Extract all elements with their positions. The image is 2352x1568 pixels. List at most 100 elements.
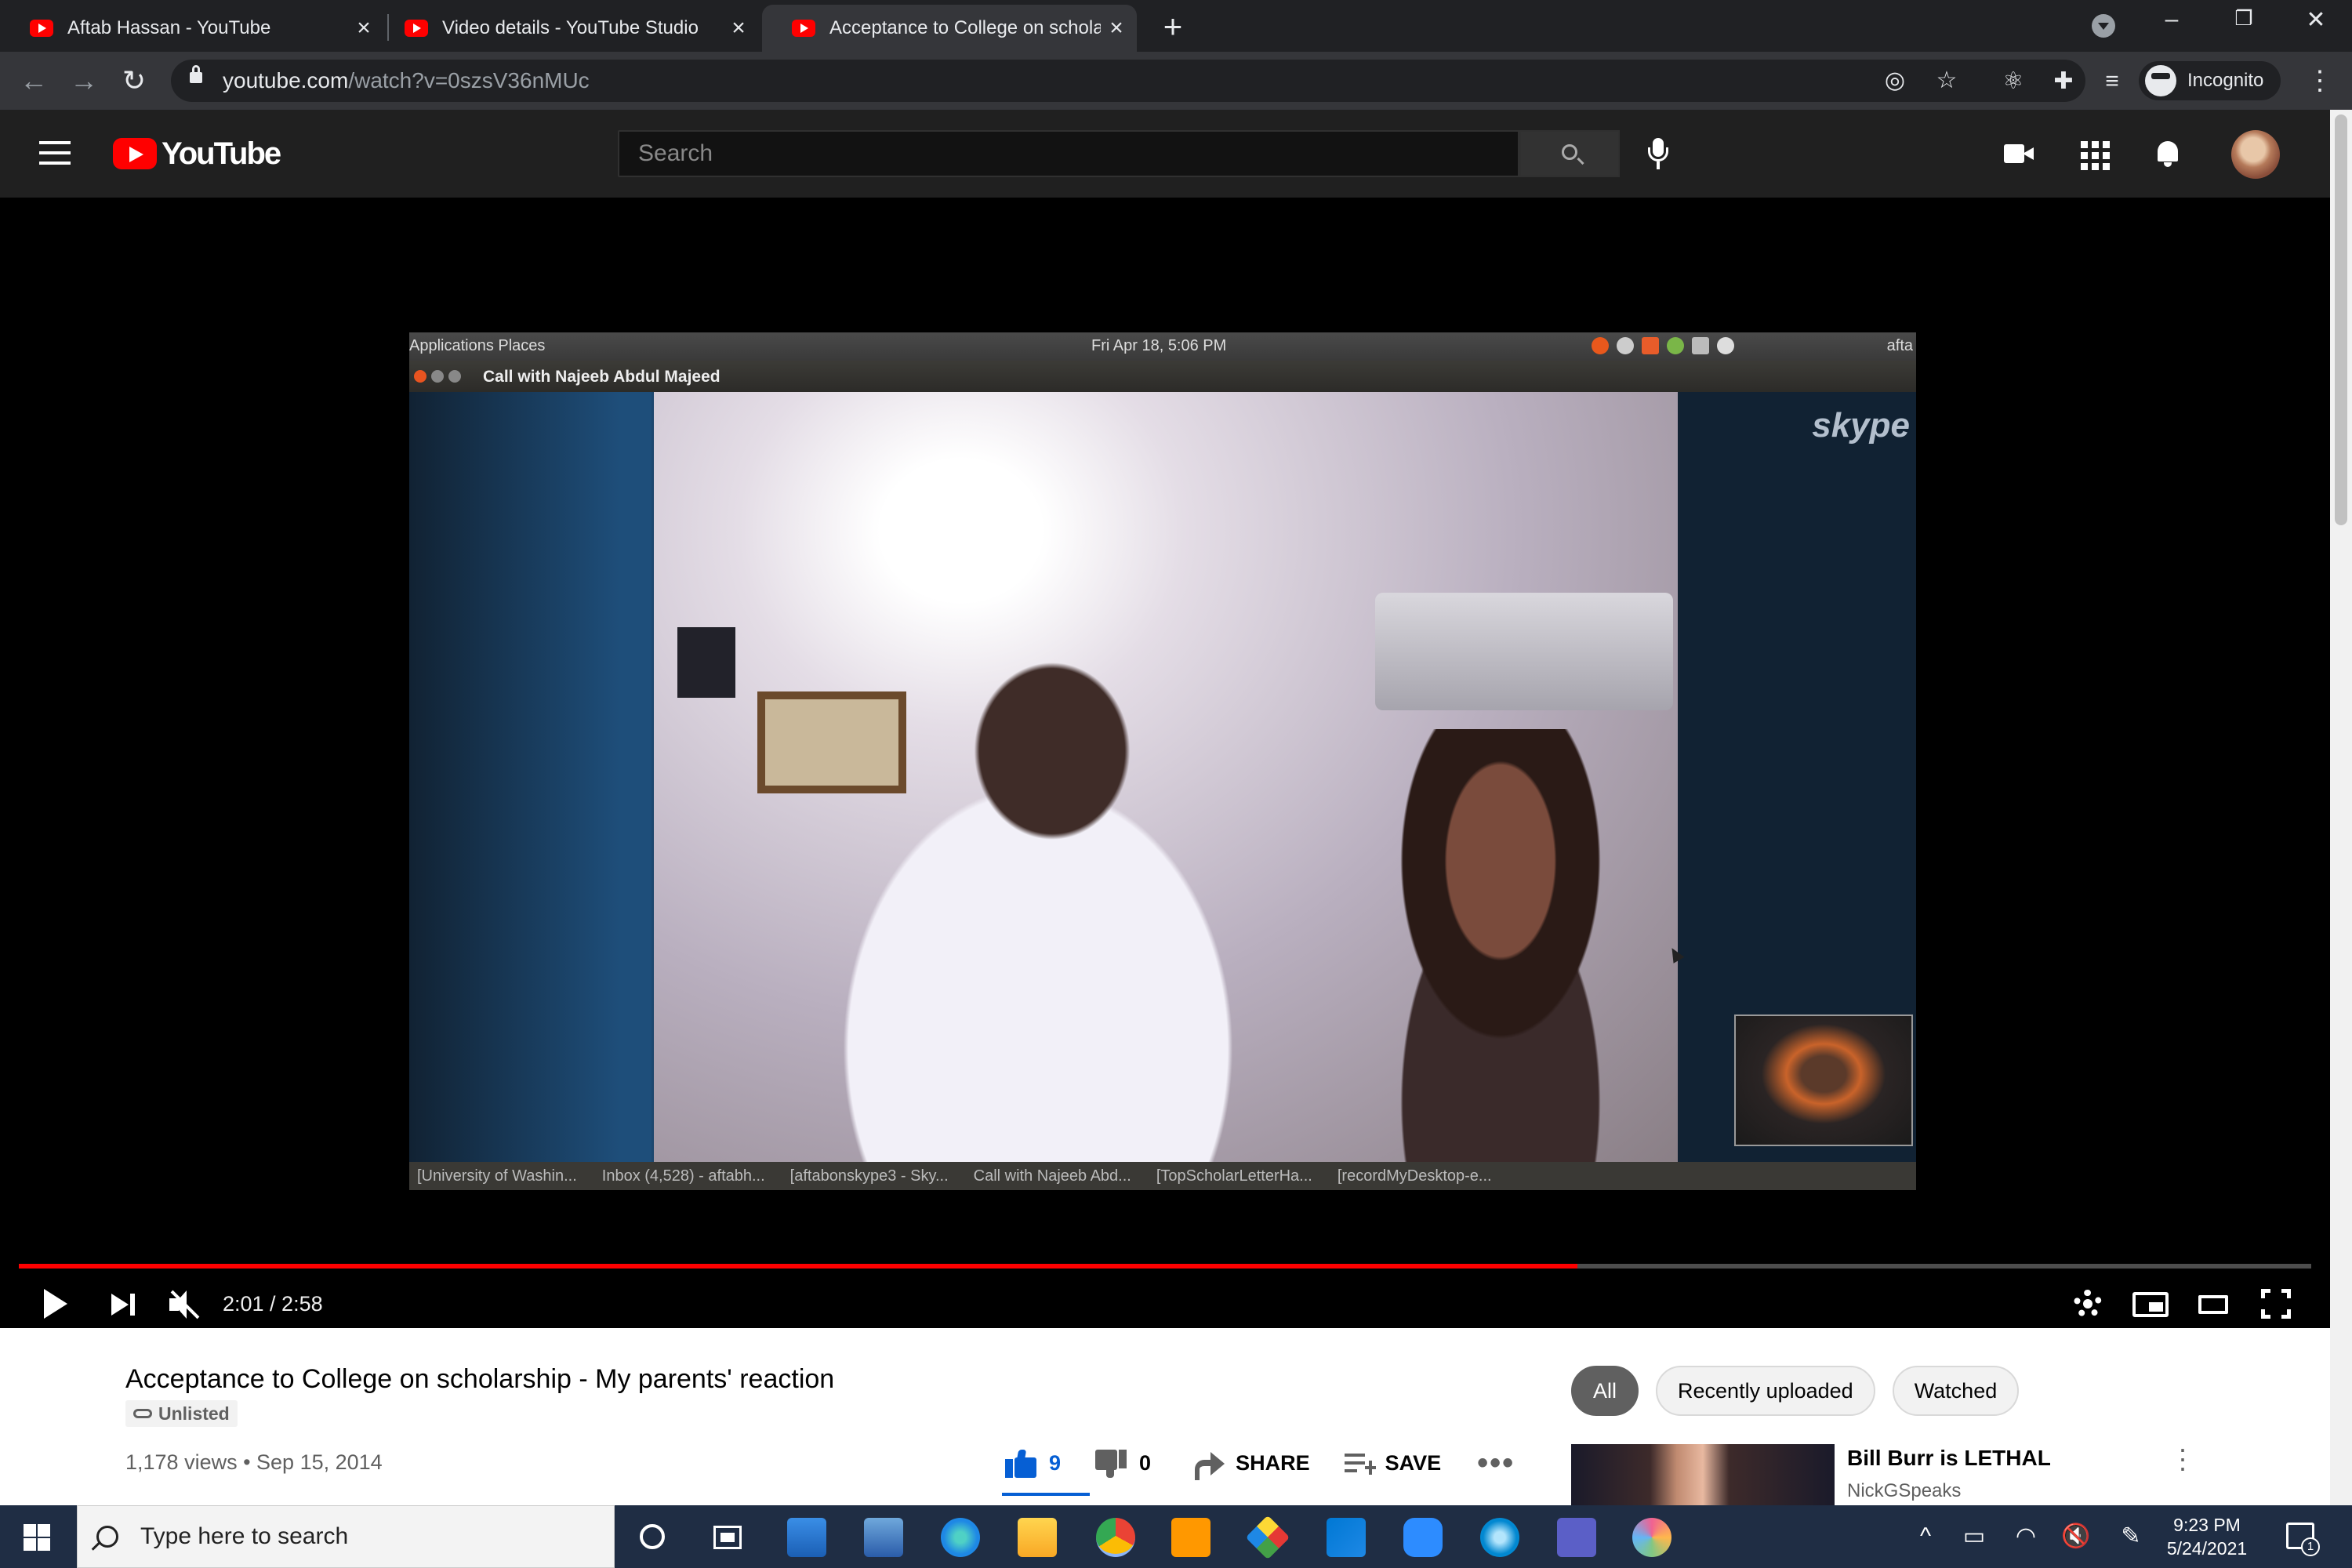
paint-icon[interactable] (1632, 1518, 1671, 1557)
extensions-puzzle-icon[interactable]: ✚ (2049, 67, 2078, 96)
tab-search-icon[interactable] (2092, 14, 2115, 38)
recommendation-menu-icon[interactable]: · · · (2175, 1435, 2190, 1482)
tab-close-icon[interactable]: × (1101, 15, 1132, 42)
notification-center-icon[interactable]: 1 (2286, 1523, 2320, 1556)
browser-tab-aftab-hassan[interactable]: Aftab Hassan - YouTube × (0, 5, 384, 52)
minimize-window-icon[interactable]: – (2148, 6, 2195, 33)
taskbar-search-input[interactable] (140, 1523, 579, 1550)
restore-window-icon[interactable]: ❐ (2220, 6, 2267, 31)
recommendation-thumbnail[interactable] (1571, 1444, 1835, 1505)
scrollbar-thumb[interactable] (2335, 114, 2347, 525)
search-field[interactable] (618, 130, 1519, 177)
tab-close-icon[interactable]: × (723, 15, 754, 42)
forward-arrow-icon[interactable]: → (63, 60, 105, 102)
youtube-favicon-icon (405, 20, 428, 37)
video-player[interactable]: Applications Places Fri Apr 18, 5:06 PM … (0, 198, 2330, 1328)
reload-icon[interactable]: ↻ (113, 60, 155, 102)
like-count[interactable]: 9 (1049, 1451, 1061, 1475)
visibility-badge: Unlisted (125, 1400, 238, 1427)
cortana-icon[interactable] (640, 1524, 665, 1549)
search-icon (96, 1526, 118, 1548)
progress-bar[interactable] (19, 1264, 2311, 1269)
muted-volume-icon[interactable] (163, 1284, 202, 1323)
gitkraken-icon[interactable] (1245, 1515, 1290, 1560)
mail-icon[interactable] (787, 1518, 826, 1557)
taskbar-search[interactable] (77, 1505, 615, 1568)
microphone-icon[interactable] (1648, 138, 1668, 169)
youtube-logo-icon[interactable] (113, 138, 157, 169)
desktop-menu: Applications Places (409, 337, 546, 354)
video-frame: Applications Places Fri Apr 18, 5:06 PM … (409, 332, 1916, 1190)
windows-taskbar: ^ ▭ ◠ 🔇 ✎ 9:23 PM 5/24/2021 1 (0, 1505, 2352, 1568)
account-avatar[interactable] (2231, 130, 2280, 179)
task-view-icon[interactable] (713, 1526, 742, 1549)
recommendation-channel[interactable]: NickGSpeaks (1847, 1480, 1961, 1502)
windows-start-icon[interactable] (24, 1524, 50, 1551)
sublime-text-icon[interactable] (1171, 1518, 1210, 1557)
recommendation-title[interactable]: Bill Burr is LETHAL (1847, 1446, 2051, 1471)
notifications-bell-icon[interactable] (2153, 138, 2184, 169)
chip-recently-uploaded[interactable]: Recently uploaded (1656, 1366, 1875, 1416)
skype-watermark: skype (1812, 406, 1910, 445)
teams-icon[interactable] (1557, 1518, 1596, 1557)
dislike-thumb-icon[interactable] (1095, 1449, 1127, 1478)
save-button[interactable]: SAVE (1385, 1451, 1442, 1475)
file-explorer-icon[interactable] (1018, 1518, 1057, 1557)
youtube-masthead: YouTube (0, 110, 2330, 198)
edge-browser-icon[interactable] (941, 1518, 980, 1557)
save-playlist-icon[interactable] (1344, 1452, 1376, 1475)
volume-muted-icon[interactable]: 🔇 (2060, 1523, 2092, 1551)
apps-grid-icon[interactable] (2078, 138, 2110, 170)
create-video-icon[interactable] (2004, 138, 2035, 169)
chrome-browser-icon[interactable] (1096, 1518, 1135, 1557)
taskbar-clock[interactable]: 9:23 PM 5/24/2021 (2156, 1513, 2258, 1560)
play-icon[interactable] (34, 1284, 74, 1323)
browser-menu-icon[interactable]: ⋮ (2307, 63, 2333, 99)
incognito-profile-button[interactable]: Incognito (2139, 61, 2281, 100)
share-arrow-icon[interactable] (1193, 1451, 1225, 1480)
camera-app-icon[interactable] (1480, 1518, 1519, 1557)
battery-icon[interactable]: ▭ (1958, 1523, 1990, 1551)
theater-mode-icon[interactable] (2195, 1284, 2234, 1323)
incognito-icon (2145, 65, 2176, 96)
wifi-icon[interactable]: ◠ (2010, 1523, 2042, 1551)
search-button[interactable] (1519, 130, 1620, 177)
page-scrollbar[interactable] (2330, 110, 2352, 1505)
lock-icon (190, 65, 202, 83)
browser-tab-acceptance-video[interactable]: Acceptance to College on schola × (762, 5, 1137, 52)
bookmark-star-icon[interactable]: ☆ (1933, 67, 1960, 94)
eye-slash-icon[interactable]: ◎ (1882, 67, 1908, 94)
self-view-thumbnail (1734, 1014, 1913, 1146)
address-bar[interactable]: youtube.com/watch?v=0szsV36nMUc ◎ ☆ (171, 60, 2085, 102)
back-arrow-icon[interactable]: ← (13, 60, 55, 102)
fullscreen-icon[interactable] (2256, 1284, 2296, 1323)
like-thumb-icon[interactable] (1005, 1449, 1036, 1478)
chip-watched[interactable]: Watched (1892, 1366, 2020, 1416)
desktop-tray-icons (1592, 337, 1734, 354)
media-queue-icon[interactable]: ≡ (2098, 67, 2126, 96)
close-window-icon[interactable]: ✕ (2292, 6, 2339, 34)
miniplayer-icon[interactable] (2131, 1284, 2170, 1323)
pen-icon[interactable]: ✎ (2115, 1523, 2147, 1551)
player-controls: 2:01 / 2:58 (0, 1278, 2330, 1328)
desktop-taskbar: [University of Washin... Inbox (4,528) -… (409, 1162, 1916, 1190)
remote-desktop-icon[interactable] (864, 1518, 903, 1557)
react-devtools-icon[interactable]: ⚛ (1999, 67, 2027, 96)
chip-all[interactable]: All (1571, 1366, 1639, 1416)
tray-overflow-chevron-icon[interactable]: ^ (1910, 1523, 1941, 1551)
youtube-wordmark[interactable]: YouTube (162, 136, 281, 172)
settings-gear-icon[interactable] (2068, 1284, 2107, 1323)
browser-tab-video-details[interactable]: Video details - YouTube Studio × (375, 5, 759, 52)
dislike-count[interactable]: 0 (1139, 1451, 1151, 1475)
visibility-label: Unlisted (158, 1403, 230, 1424)
video-actions: 9 0 SHARE SAVE ••• (1005, 1446, 1515, 1481)
next-video-icon[interactable] (103, 1284, 143, 1323)
zoom-icon[interactable] (1403, 1518, 1443, 1557)
more-actions-icon[interactable]: ••• (1477, 1446, 1515, 1481)
hamburger-menu-icon[interactable] (39, 141, 71, 165)
vscode-icon[interactable] (1327, 1518, 1366, 1557)
new-tab-button[interactable]: + (1156, 8, 1190, 45)
time-display: 2:01 / 2:58 (223, 1292, 323, 1316)
share-button[interactable]: SHARE (1236, 1451, 1310, 1475)
search-input[interactable] (619, 132, 1518, 176)
